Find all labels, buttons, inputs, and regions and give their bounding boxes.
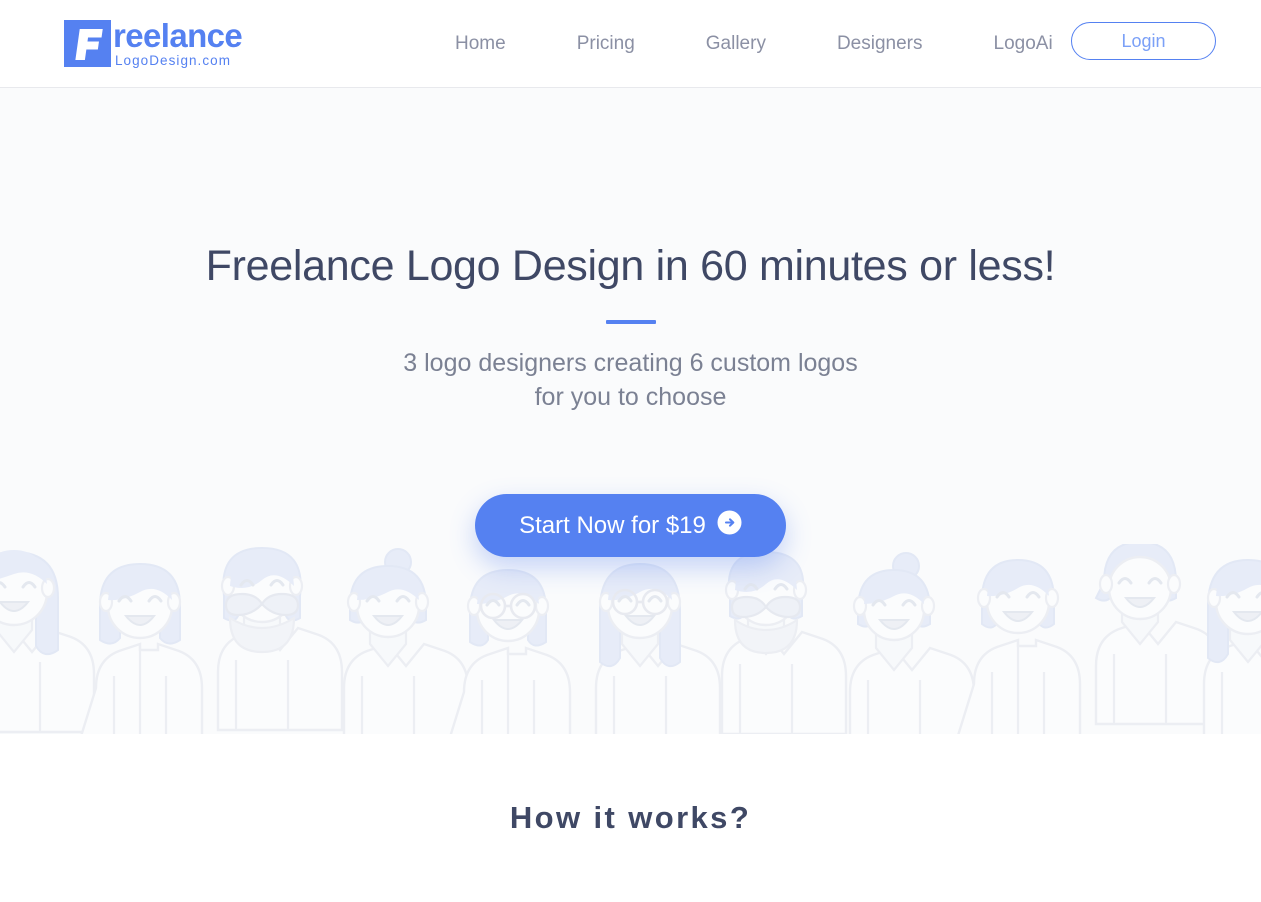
logo-mark-icon (64, 20, 111, 67)
start-now-button[interactable]: Start Now for $19 (475, 494, 786, 557)
hero-subtitle-line-2: for you to choose (534, 383, 727, 411)
logo-subtext: LogoDesign.com (115, 53, 232, 69)
hero-section: Freelance Logo Design in 60 minutes or l… (0, 88, 1261, 734)
hero-headline: Freelance Logo Design in 60 minutes or l… (205, 242, 1056, 290)
hero-content: Freelance Logo Design in 60 minutes or l… (0, 88, 1261, 557)
hero-divider (605, 320, 656, 324)
logo-wordmark: reelance (113, 17, 243, 55)
login-button[interactable]: Login (1071, 22, 1216, 60)
how-it-works-title: How it works? (509, 800, 752, 835)
hero-subtitle-line-1: 3 logo designers creating 6 custom logos (403, 349, 858, 377)
arrow-circle-right-icon (717, 510, 742, 542)
start-now-button-label: Start Now for $19 (519, 511, 706, 539)
nav-item-designers[interactable]: Designers (837, 33, 923, 55)
main-navigation: Home Pricing Gallery Designers LogoAi (455, 33, 1053, 55)
nav-item-logoai[interactable]: LogoAi (994, 33, 1053, 55)
hero-cta-wrapper: Start Now for $19 (0, 494, 1261, 557)
nav-item-pricing[interactable]: Pricing (577, 33, 635, 55)
people-illustration-band (0, 544, 1261, 734)
site-header: reelance LogoDesign.com Home Pricing Gal… (0, 0, 1261, 88)
site-logo[interactable]: reelance LogoDesign.com (64, 17, 243, 69)
nav-item-gallery[interactable]: Gallery (706, 33, 766, 55)
how-it-works-section: How it works? (0, 734, 1261, 902)
hero-subtitle: 3 logo designers creating 6 custom logos… (0, 346, 1261, 414)
nav-item-home[interactable]: Home (455, 33, 506, 55)
